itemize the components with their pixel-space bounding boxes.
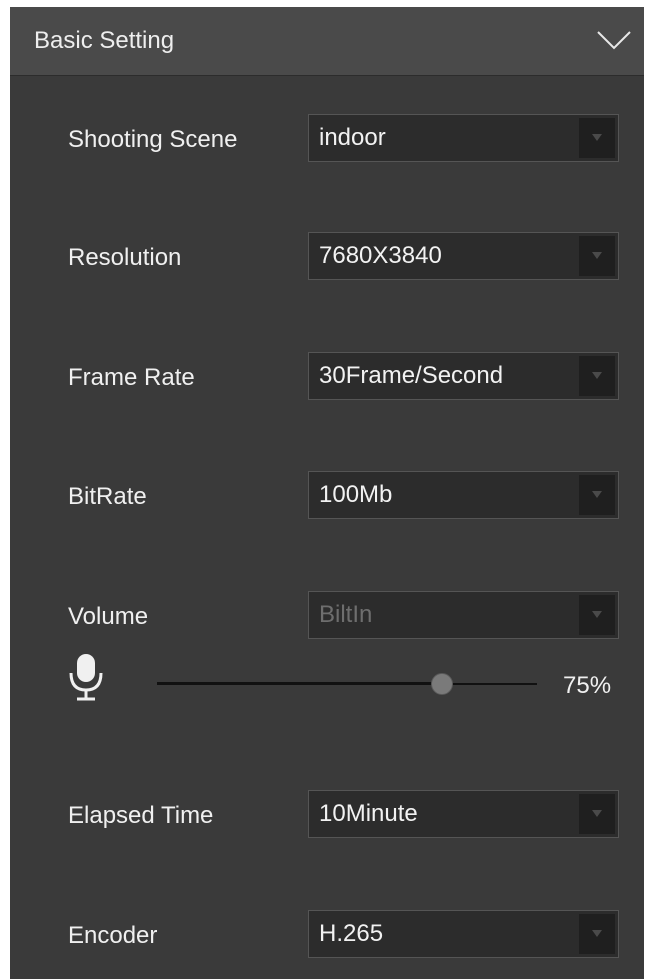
collapse-chevron-icon[interactable] (594, 25, 634, 55)
resolution-label: Resolution (68, 244, 182, 271)
shooting-scene-label: Shooting Scene (68, 126, 238, 153)
encoder-value: H.265 (319, 920, 384, 947)
volume-slider[interactable] (157, 672, 537, 696)
volume-source-select: BiltIn (308, 591, 619, 639)
dropdown-arrow-icon[interactable] (579, 475, 615, 515)
dropdown-arrow-icon[interactable] (579, 236, 615, 276)
dropdown-arrow-icon[interactable] (579, 914, 615, 954)
volume-label: Volume (68, 603, 149, 630)
frame-rate-select[interactable]: 30Frame/Second (308, 352, 619, 400)
elapsed-time-select[interactable]: 10Minute (308, 790, 619, 838)
dropdown-arrow-icon (579, 595, 615, 635)
microphone-icon (66, 652, 106, 702)
encoder-select[interactable]: H.265 (308, 910, 619, 958)
bitrate-label: BitRate (68, 483, 147, 510)
bitrate-select[interactable]: 100Mb (308, 471, 619, 519)
dropdown-arrow-icon[interactable] (579, 794, 615, 834)
encoder-label: Encoder (68, 922, 158, 949)
resolution-select[interactable]: 7680X3840 (308, 232, 619, 280)
elapsed-time-value: 10Minute (319, 800, 418, 827)
volume-slider-thumb[interactable] (431, 673, 453, 695)
dropdown-arrow-icon[interactable] (579, 356, 615, 396)
frame-rate-label: Frame Rate (68, 364, 195, 391)
elapsed-time-label: Elapsed Time (68, 802, 214, 829)
shooting-scene-value: indoor (319, 124, 386, 151)
bitrate-value: 100Mb (319, 481, 393, 508)
volume-source-value: BiltIn (319, 601, 373, 628)
volume-slider-fill (157, 682, 442, 685)
dropdown-arrow-icon[interactable] (579, 118, 615, 158)
resolution-value: 7680X3840 (319, 242, 442, 269)
panel-title: Basic Setting (34, 27, 175, 54)
frame-rate-value: 30Frame/Second (319, 362, 504, 389)
shooting-scene-select[interactable]: indoor (308, 114, 619, 162)
volume-percent: 75% (563, 672, 612, 699)
basic-setting-panel: Basic Setting Shooting Scene indoor Reso… (10, 7, 644, 979)
panel-header[interactable]: Basic Setting (10, 7, 644, 76)
